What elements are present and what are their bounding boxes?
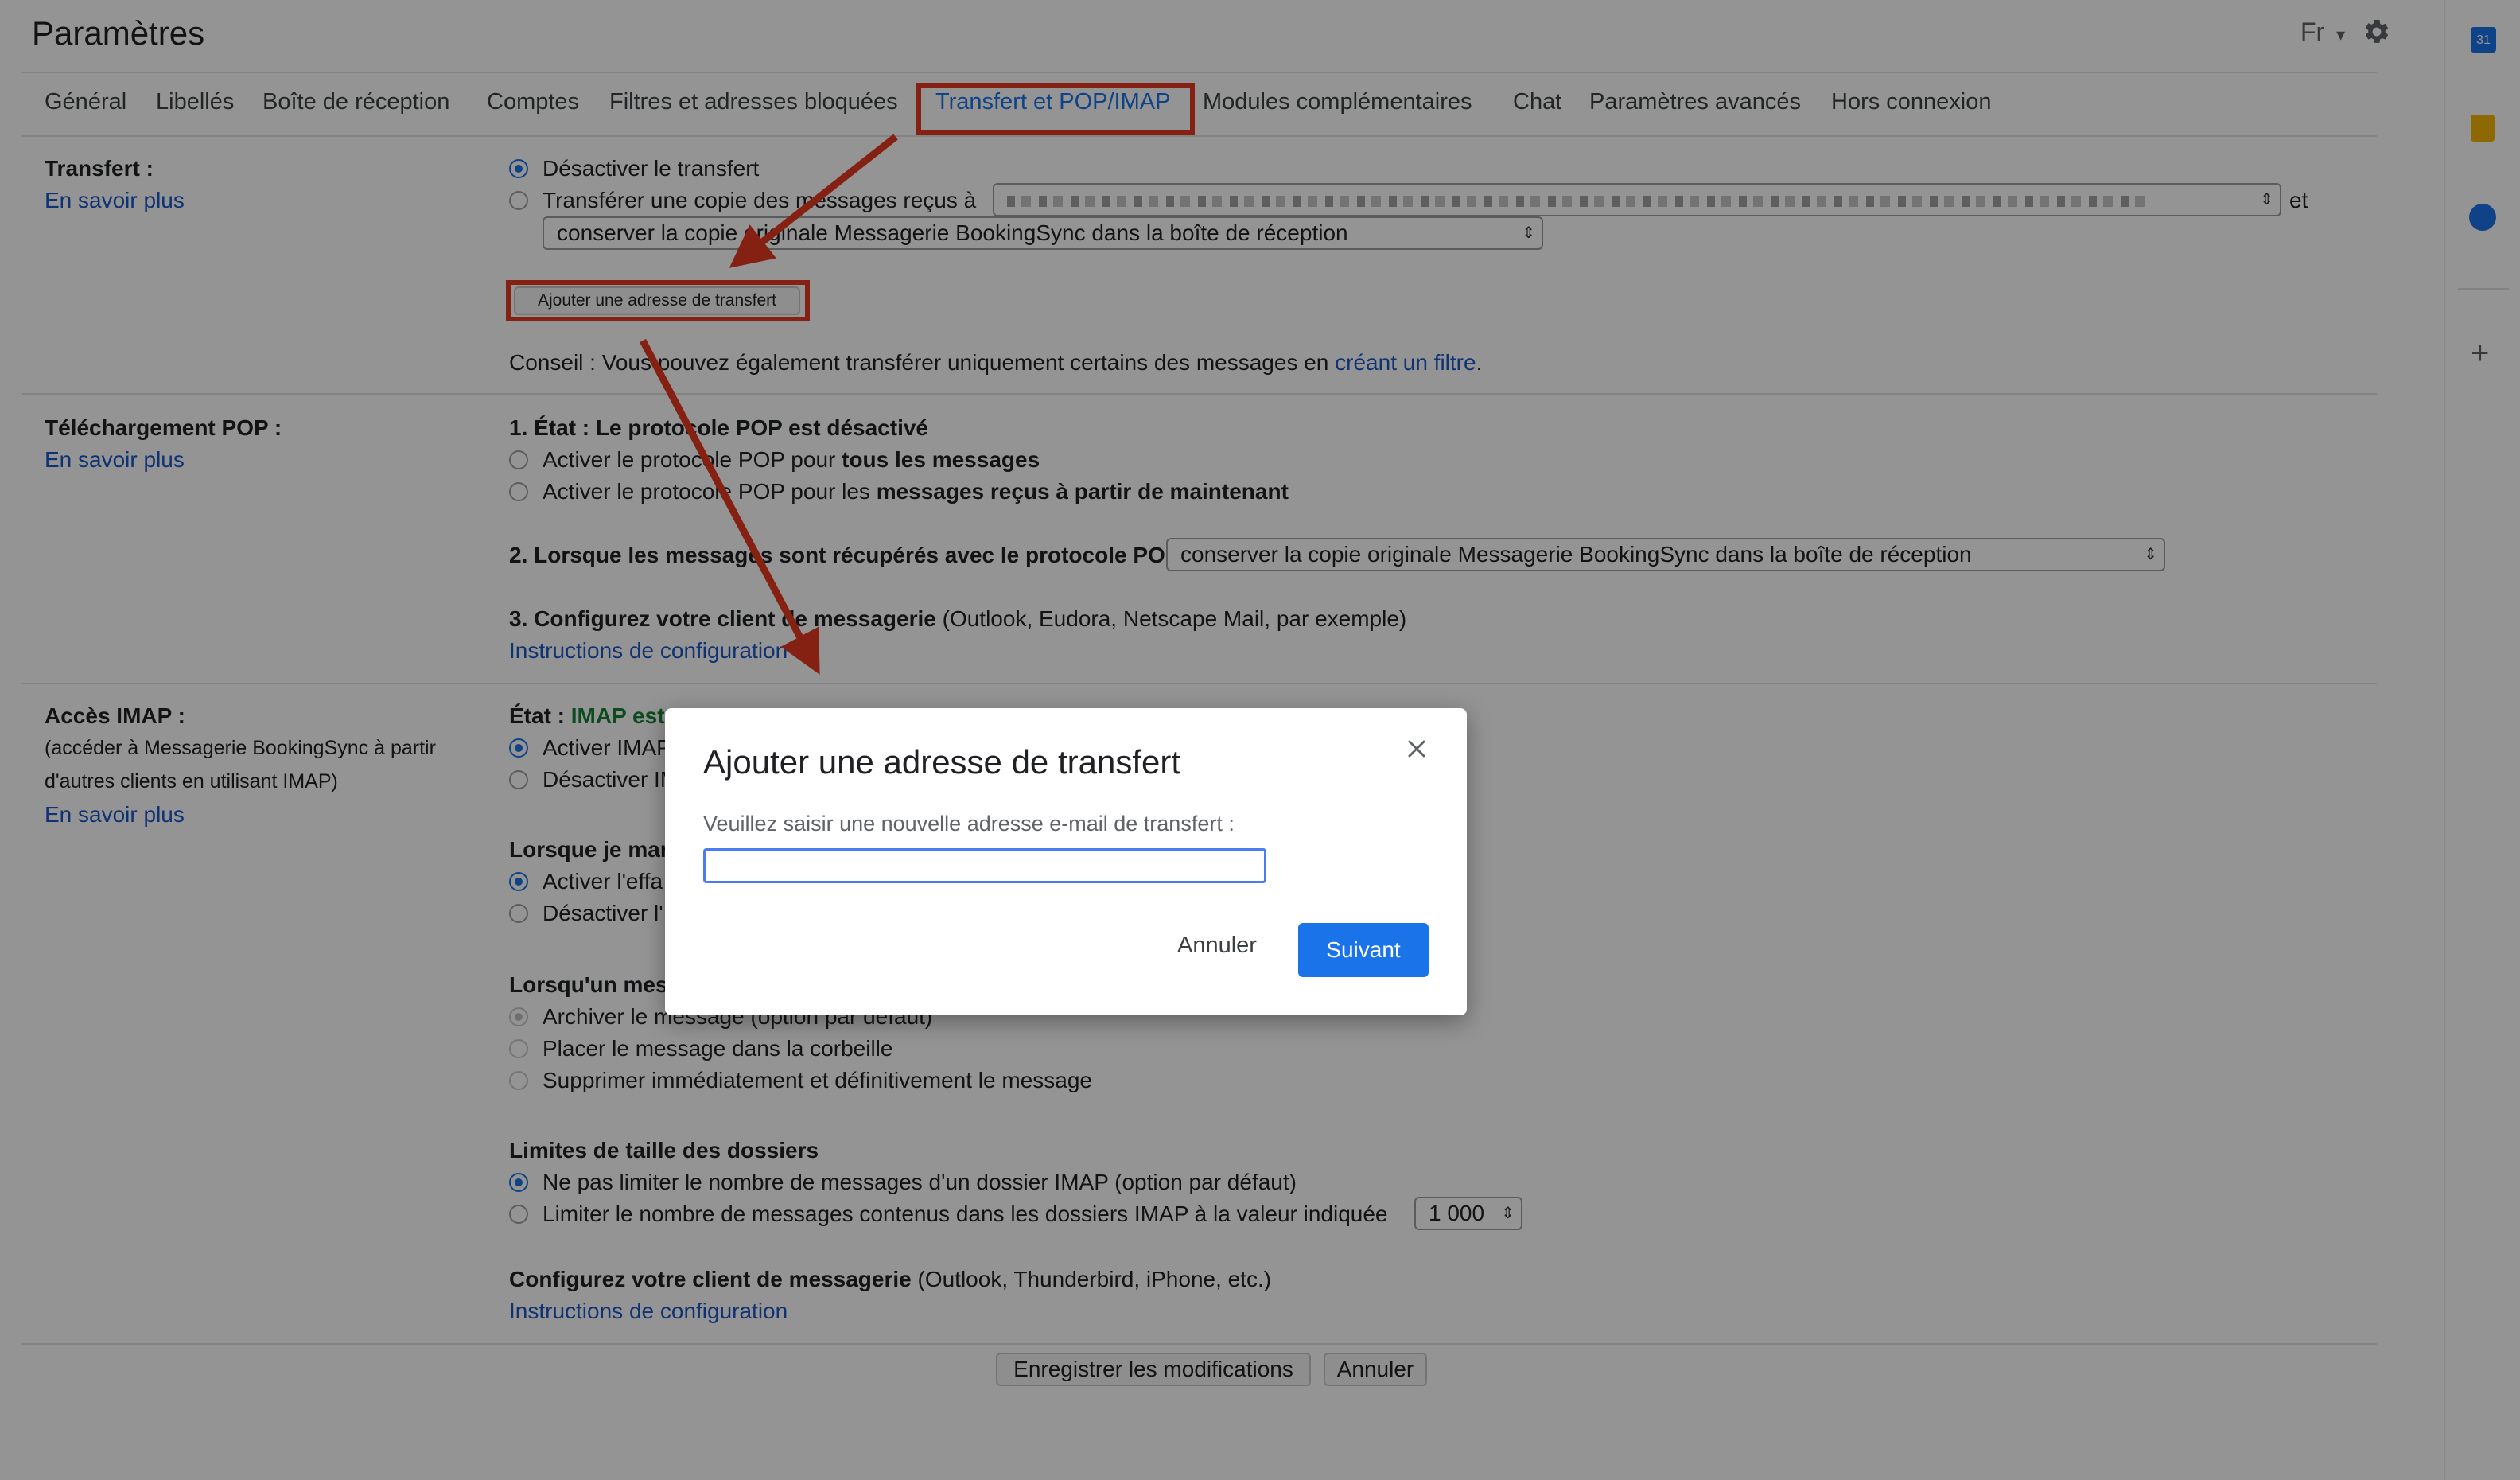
dialog-prompt: Veuillez saisir une nouvelle adresse e-m… (703, 812, 1235, 835)
dialog-next-button[interactable]: Suivant (1298, 923, 1429, 977)
forwarding-address-input[interactable] (703, 848, 1266, 883)
settings-page: Paramètres Fr ▾ Général Libellés Boîte d… (0, 0, 2520, 1480)
dialog-cancel-button[interactable]: Annuler (1177, 933, 1257, 959)
add-forwarding-address-dialog: Ajouter une adresse de transfert Veuille… (665, 708, 1467, 1015)
close-icon[interactable] (1403, 735, 1430, 766)
dialog-title: Ajouter une adresse de transfert (703, 743, 1181, 781)
